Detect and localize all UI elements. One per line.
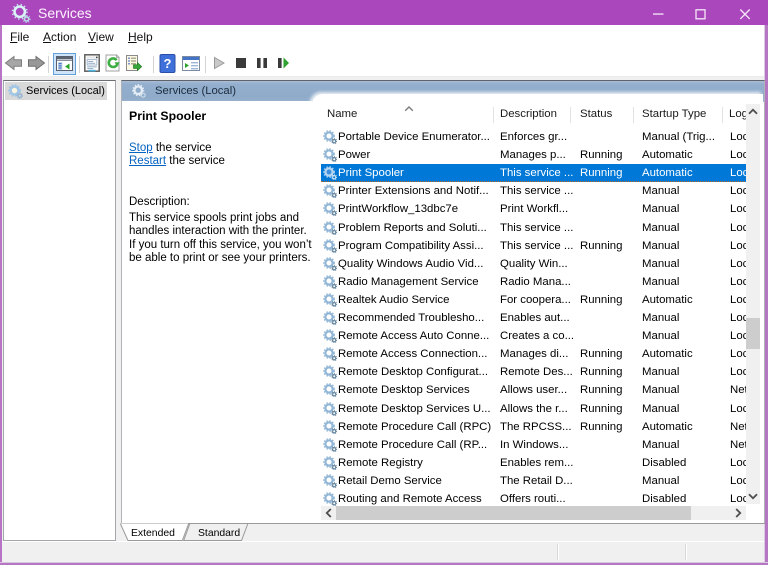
svg-text:?: ? (164, 56, 172, 71)
svg-text:Extended: Extended (131, 528, 175, 539)
svg-text:Standard: Standard (198, 528, 240, 539)
